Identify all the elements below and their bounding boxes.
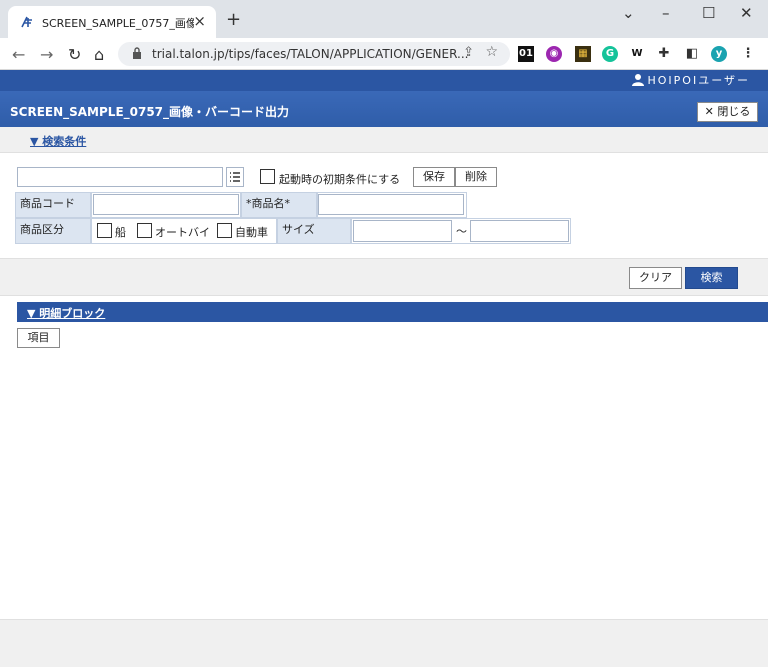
tab-close-icon[interactable]: ×: [193, 12, 206, 30]
ext-w-icon[interactable]: W: [629, 46, 645, 62]
product-category-label: 商品区分: [15, 218, 91, 244]
ext-01-icon[interactable]: 01: [518, 46, 534, 62]
app-title-bar: SCREEN_SAMPLE_0757_画像・バーコード出力 ✕ 閉じる: [0, 91, 768, 127]
search-section-header: ▼ 検索条件: [0, 127, 768, 153]
user-name: HOIPOIユーザー: [647, 74, 750, 87]
app-user-bar: HOIPOIユーザー: [0, 70, 768, 91]
clear-button[interactable]: クリア: [629, 267, 682, 289]
window-close-icon[interactable]: ✕: [740, 4, 753, 22]
search-button[interactable]: 検索: [685, 267, 738, 289]
category-ship-checkbox[interactable]: [97, 223, 112, 238]
list-icon[interactable]: [226, 167, 244, 187]
bookmark-star-icon[interactable]: ☆: [485, 44, 498, 60]
product-code-input[interactable]: [93, 194, 239, 215]
new-tab-icon[interactable]: +: [226, 9, 241, 30]
product-code-label: 商品コード: [15, 192, 91, 218]
save-button[interactable]: 保存: [413, 167, 455, 187]
size-to-input[interactable]: [470, 220, 569, 242]
search-conditions-toggle[interactable]: ▼ 検索条件: [30, 133, 86, 149]
size-from-input[interactable]: [353, 220, 452, 242]
side-panel-icon[interactable]: ◧: [684, 46, 700, 62]
url-text: trial.talon.jp/tips/faces/TALON/APPLICAT…: [152, 47, 469, 61]
tab-title: SCREEN_SAMPLE_0757_画像･バ-: [42, 17, 194, 30]
address-bar[interactable]: trial.talon.jp/tips/faces/TALON/APPLICAT…: [118, 42, 510, 66]
category-motorcycle-checkbox[interactable]: [137, 223, 152, 238]
profile-avatar[interactable]: y: [711, 46, 727, 62]
size-range-separator: ～: [456, 225, 467, 238]
search-action-bar: クリア 検索: [0, 258, 768, 296]
product-name-label: *商品名*: [241, 192, 317, 218]
product-name-input[interactable]: [318, 194, 464, 215]
minimize-icon[interactable]: –: [662, 4, 670, 22]
delete-button[interactable]: 削除: [455, 167, 497, 187]
user-icon: [631, 74, 644, 86]
size-label: サイズ: [277, 218, 351, 244]
close-button-label: 閉じる: [717, 105, 751, 118]
close-x-icon: ✕: [704, 105, 718, 118]
detail-section-header: ▼ 明細ブロック: [17, 302, 768, 322]
page-title: SCREEN_SAMPLE_0757_画像・バーコード出力: [10, 105, 290, 119]
detail-block-toggle[interactable]: ▼ 明細ブロック: [27, 305, 105, 321]
category-motorcycle-label: オートバイ: [155, 226, 210, 239]
lock-icon: [133, 47, 141, 59]
startup-default-checkbox[interactable]: [260, 169, 275, 184]
user-menu[interactable]: HOIPOIユーザー: [631, 72, 751, 88]
talon-favicon-icon: [21, 16, 32, 28]
browser-titlebar: SCREEN_SAMPLE_0757_画像･バ- × + ⌄ – ☐ ✕: [0, 0, 768, 38]
browser-tab[interactable]: SCREEN_SAMPLE_0757_画像･バ- ×: [8, 6, 216, 38]
home-icon[interactable]: ⌂: [94, 45, 104, 64]
grammarly-icon[interactable]: G: [602, 46, 618, 62]
browser-toolbar: ← → ↻ ⌂ trial.talon.jp/tips/faces/TALON/…: [0, 38, 768, 70]
menu-kebab-icon[interactable]: ⋮: [740, 46, 756, 62]
close-button[interactable]: ✕ 閉じる: [697, 102, 758, 122]
category-ship-label: 船: [115, 226, 126, 239]
back-icon[interactable]: ←: [12, 45, 25, 64]
item-button[interactable]: 項目: [17, 328, 60, 348]
tab-search-chevron-icon[interactable]: ⌄: [622, 4, 635, 22]
saved-condition-input[interactable]: [17, 167, 223, 187]
reload-icon[interactable]: ↻: [68, 45, 81, 64]
startup-default-label: 起動時の初期条件にする: [279, 173, 401, 186]
forward-icon[interactable]: →: [40, 45, 53, 64]
extensions-puzzle-icon[interactable]: ✚: [656, 46, 672, 62]
share-icon[interactable]: ⇪: [463, 45, 474, 60]
ext-lr-icon[interactable]: ◉: [546, 46, 562, 62]
category-car-checkbox[interactable]: [217, 223, 232, 238]
footer-bar: [0, 619, 768, 667]
maximize-icon[interactable]: ☐: [702, 4, 715, 22]
category-car-label: 自動車: [235, 226, 268, 239]
ext-book-icon[interactable]: ▦: [575, 46, 591, 62]
